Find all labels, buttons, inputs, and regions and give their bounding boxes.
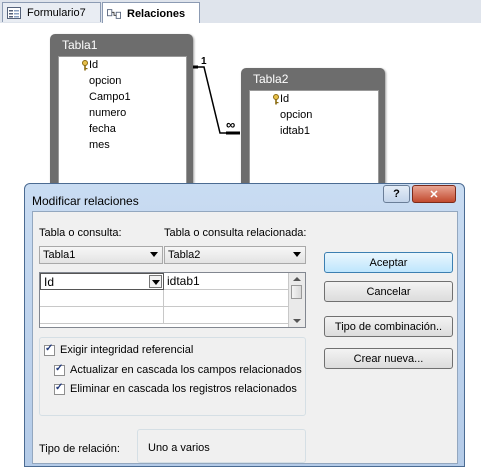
button-label: Crear nueva... — [353, 352, 424, 365]
field-item[interactable]: fecha — [89, 123, 116, 139]
chevron-down-icon — [152, 280, 160, 285]
grid-cell-related-field[interactable] — [164, 307, 289, 324]
tab-label: Formulario7 — [27, 6, 86, 19]
scroll-up-icon[interactable] — [293, 277, 301, 281]
tab-label: Relaciones — [127, 7, 186, 20]
field-dropdown-button[interactable] — [149, 275, 162, 288]
grid-cell-text: Id — [44, 275, 55, 289]
one-side-label: 1 — [201, 56, 207, 67]
grid-cell-table-field[interactable] — [40, 307, 164, 324]
enforce-referential-integrity-checkbox[interactable]: Exigir integridad referencial — [44, 343, 194, 356]
grid-cell-related-field[interactable]: idtab1 — [164, 273, 289, 290]
dialog-title: Modificar relaciones — [32, 194, 139, 208]
tab-relaciones[interactable]: Relaciones — [102, 2, 200, 24]
scroll-down-icon[interactable] — [293, 319, 301, 323]
primary-key-icon — [82, 60, 88, 71]
checkbox-checked-icon[interactable] — [54, 382, 65, 395]
edit-relationships-dialog: Modificar relaciones ? ✕ Tabla o consult… — [24, 183, 465, 467]
table-title: Tabla1 — [62, 38, 98, 52]
field-item[interactable]: idtab1 — [280, 125, 310, 141]
options-group: Exigir integridad referencial Actualizar… — [39, 337, 306, 416]
checkbox-label: Eliminar en cascada los registros relaci… — [70, 383, 297, 395]
field-item[interactable]: Id — [89, 59, 98, 75]
chevron-down-icon[interactable] — [150, 252, 158, 257]
create-new-button[interactable]: Crear nueva... — [324, 348, 453, 369]
field-list: Id opcion Campo1 numero fecha mes — [58, 56, 187, 189]
grid-cell-table-field[interactable] — [40, 290, 164, 307]
table-tabla1[interactable]: Tabla1 Id opcion Campo1 numero fecha mes — [50, 34, 193, 189]
many-side-label: ∞ — [226, 117, 236, 132]
field-list: Id opcion idtab1 — [249, 90, 379, 189]
dialog-body: Tabla o consulta: Tabla o consulta relac… — [32, 211, 458, 464]
table-select-value: Tabla1 — [43, 249, 76, 261]
close-icon: ✕ — [429, 188, 439, 201]
checkbox-label: Actualizar en cascada los campos relacio… — [70, 364, 302, 376]
field-item[interactable]: numero — [89, 107, 126, 123]
field-item[interactable]: opcion — [89, 75, 121, 91]
related-table-select[interactable]: Tabla2 — [164, 246, 306, 264]
field-item[interactable]: Campo1 — [89, 91, 131, 107]
chevron-down-icon[interactable] — [293, 252, 301, 257]
relationships-icon — [107, 8, 121, 19]
relation-type-label: Tipo de relación: — [39, 443, 120, 455]
button-label: Tipo de combinación.. — [334, 320, 443, 333]
table-select[interactable]: Tabla1 — [39, 246, 163, 264]
checkbox-checked-icon[interactable] — [44, 343, 55, 356]
checkbox-checked-icon[interactable] — [54, 363, 65, 376]
accept-button[interactable]: Aceptar — [324, 252, 453, 273]
grid-scrollbar[interactable] — [288, 273, 305, 327]
form-icon — [7, 6, 21, 19]
document-tab-bar: Formulario7 Relaciones — [0, 0, 481, 24]
button-label: Aceptar — [369, 256, 408, 269]
table-title: Tabla2 — [253, 72, 289, 86]
relation-type-value: Uno a varios — [148, 442, 210, 454]
field-item[interactable]: opcion — [280, 109, 312, 125]
scroll-thumb[interactable] — [291, 285, 302, 299]
cascade-delete-checkbox[interactable]: Eliminar en cascada los registros relaci… — [54, 382, 297, 395]
help-icon: ? — [393, 188, 400, 200]
button-label: Cancelar — [366, 285, 411, 298]
cascade-update-checkbox[interactable]: Actualizar en cascada los campos relacio… — [54, 363, 302, 376]
tab-formulario7[interactable]: Formulario7 — [2, 2, 101, 22]
table-tabla2[interactable]: Tabla2 Id opcion idtab1 — [241, 68, 385, 189]
cancel-button[interactable]: Cancelar — [324, 281, 453, 302]
primary-key-icon — [273, 94, 279, 105]
join-type-button[interactable]: Tipo de combinación.. — [324, 316, 453, 337]
related-table-label: Tabla o consulta relacionada: — [164, 227, 307, 239]
table-label: Tabla o consulta: — [39, 227, 122, 239]
grid-cell-table-field[interactable]: Id — [40, 273, 164, 290]
field-mapping-grid: Id idtab1 — [39, 272, 306, 328]
grid-cell-related-field[interactable] — [164, 290, 289, 307]
field-item[interactable]: Id — [280, 93, 289, 109]
relation-type-box: Uno a varios — [137, 429, 306, 463]
close-button[interactable]: ✕ — [412, 185, 456, 203]
grid-cell-text: idtab1 — [167, 274, 200, 288]
field-item[interactable]: mes — [89, 139, 110, 155]
checkbox-label: Exigir integridad referencial — [60, 344, 194, 356]
help-button[interactable]: ? — [383, 185, 410, 203]
related-table-select-value: Tabla2 — [168, 249, 201, 261]
